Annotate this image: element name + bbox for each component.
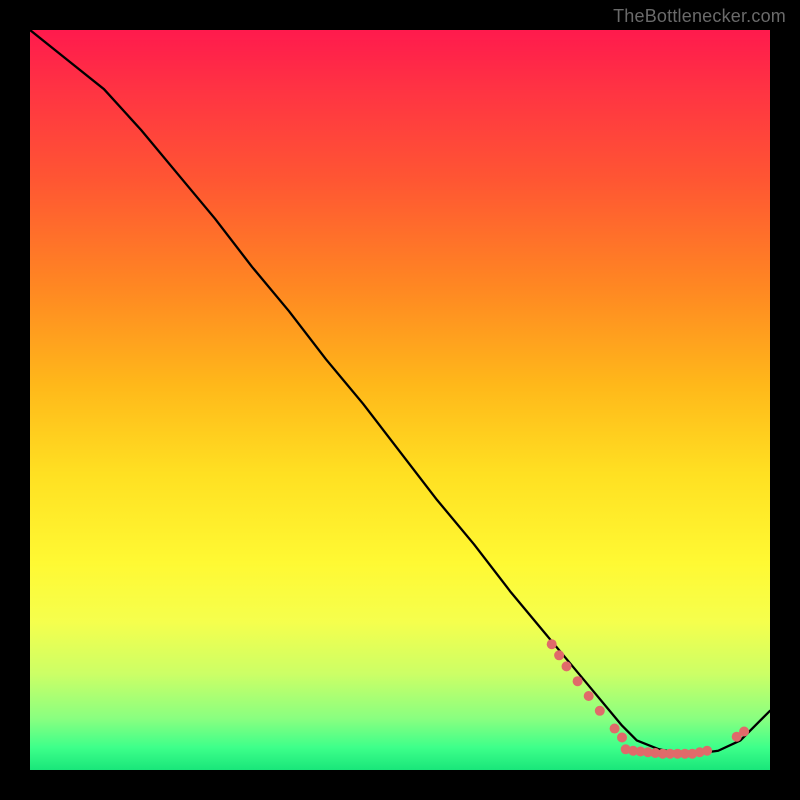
- marker-dot: [584, 691, 594, 701]
- chart-svg: [30, 30, 770, 770]
- marker-dot: [702, 746, 712, 756]
- plot-area: [30, 30, 770, 770]
- marker-dot: [573, 676, 583, 686]
- marker-dot: [610, 724, 620, 734]
- marker-dot: [739, 727, 749, 737]
- curve: [30, 30, 770, 754]
- marker-dot: [547, 639, 557, 649]
- marker-dot: [617, 732, 627, 742]
- chart-frame: TheBottlenecker.com: [0, 0, 800, 800]
- marker-dot: [562, 661, 572, 671]
- credit-label: TheBottlenecker.com: [613, 6, 786, 27]
- marker-dot: [595, 706, 605, 716]
- marker-dot: [554, 650, 564, 660]
